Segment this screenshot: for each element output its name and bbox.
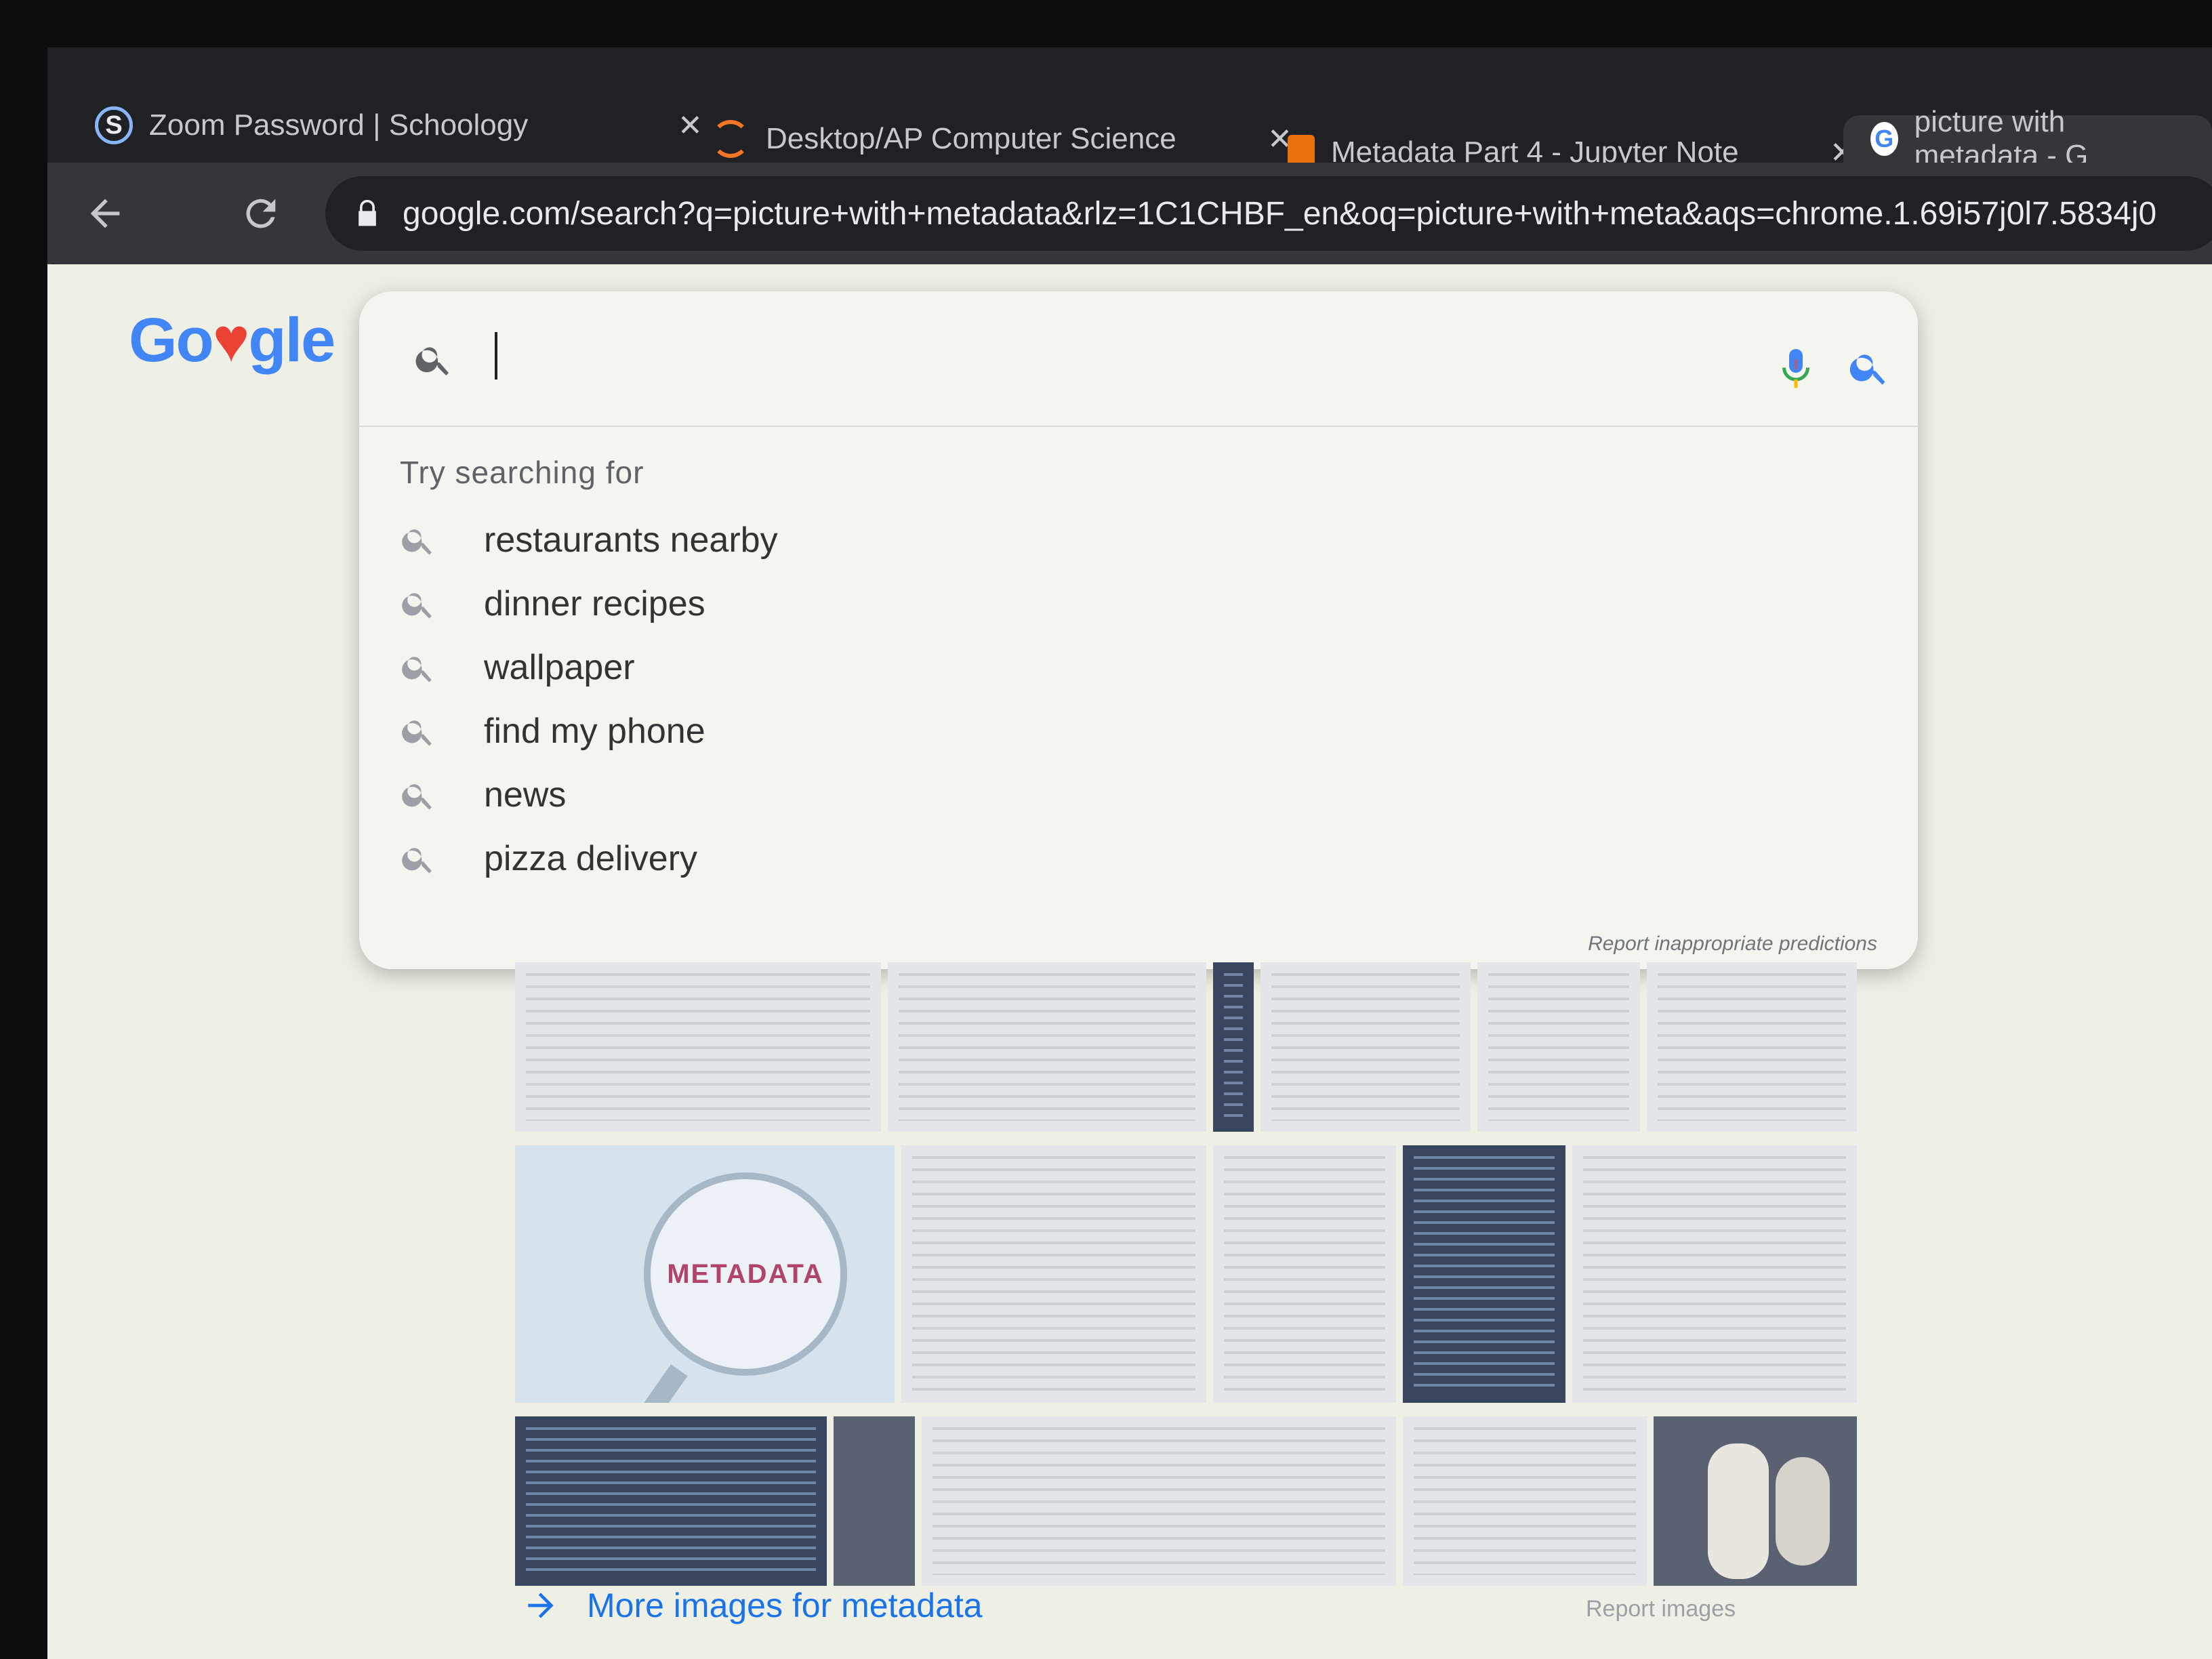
jupyter-icon [712, 120, 750, 158]
google-icon: G [1870, 122, 1898, 156]
browser-toolbar: google.com/search?q=picture+with+metadat… [47, 163, 2212, 264]
image-result[interactable] [1647, 962, 1857, 1132]
search-box[interactable] [359, 291, 1918, 427]
suggestion-item[interactable]: restaurants nearby [400, 508, 1755, 572]
address-bar[interactable]: google.com/search?q=picture+with+metadat… [325, 176, 2212, 251]
suggestion-item[interactable]: pizza delivery [400, 827, 1755, 890]
image-result[interactable] [901, 1145, 1206, 1403]
search-icon [402, 720, 432, 746]
reload-icon [246, 199, 276, 228]
search-autocomplete-panel: Try searching for restaurants nearby din… [359, 291, 1918, 969]
suggestion-text: news [484, 775, 567, 815]
reload-button[interactable] [230, 183, 291, 244]
suggestion-item[interactable]: find my phone [400, 699, 1755, 763]
image-result[interactable] [1572, 1145, 1857, 1403]
image-result[interactable] [515, 962, 881, 1132]
tab-schoology[interactable]: S Zoom Password | Schoology ✕ [95, 88, 703, 163]
image-result[interactable] [922, 1416, 1396, 1586]
image-results-grid: METADATA [474, 942, 1857, 1586]
logo-part: Go [129, 306, 214, 375]
search-icon [402, 657, 432, 682]
image-result[interactable] [834, 1416, 915, 1586]
arrow-right-icon [528, 1593, 554, 1618]
suggestion-text: wallpaper [484, 648, 635, 687]
search-icon [415, 347, 449, 375]
suggestion-text: pizza delivery [484, 839, 698, 878]
text-caret [495, 332, 497, 380]
google-results-page: Go♥gle Try searching for restaurants nea… [47, 264, 2212, 1659]
suggestion-list: restaurants nearby dinner recipes wallpa… [400, 508, 1755, 890]
tab-label: Zoom Password | Schoology [149, 108, 529, 142]
image-result[interactable] [888, 962, 1206, 1132]
image-result[interactable] [515, 1416, 827, 1586]
tab-strip: S Zoom Password | Schoology ✕ Desktop/AP… [47, 47, 2212, 172]
more-images-text: More images for metadata [587, 1586, 983, 1624]
close-icon[interactable]: ✕ [678, 108, 703, 143]
suggestion-text: restaurants nearby [484, 520, 778, 560]
microphone-icon[interactable] [1776, 346, 1816, 393]
logo-heart: ♥ [212, 306, 250, 375]
tab-label: Desktop/AP Computer Science [766, 122, 1176, 155]
image-result-horse-photo[interactable] [1654, 1416, 1857, 1586]
search-submit-icon[interactable] [1847, 346, 1891, 389]
url-text: google.com/search?q=picture+with+metadat… [403, 195, 2157, 232]
arrow-left-icon [90, 199, 120, 228]
magnifier-icon: METADATA [644, 1172, 847, 1376]
tab-google-search[interactable]: G picture with metadata - G [1843, 105, 2212, 172]
image-result[interactable] [1403, 1145, 1565, 1403]
image-result-metadata-magnifier[interactable]: METADATA [515, 1145, 895, 1403]
search-icon [402, 529, 432, 555]
search-icon [402, 848, 432, 874]
screen-bezel-top [0, 0, 2212, 47]
image-result[interactable] [1403, 1416, 1647, 1586]
suggestion-item[interactable]: dinner recipes [400, 572, 1755, 636]
suggestion-text: dinner recipes [484, 584, 705, 623]
image-result[interactable] [1213, 1145, 1396, 1403]
lock-icon [359, 199, 376, 226]
more-images-link[interactable]: More images for metadata [522, 1586, 983, 1625]
back-button[interactable] [75, 183, 136, 244]
search-icon [402, 784, 432, 810]
search-icon [402, 593, 432, 619]
suggestion-text: find my phone [484, 712, 705, 751]
image-result[interactable] [1477, 962, 1640, 1132]
image-result[interactable] [1261, 962, 1471, 1132]
image-result[interactable] [1213, 962, 1254, 1132]
google-logo[interactable]: Go♥gle [129, 305, 335, 376]
search-input[interactable] [501, 325, 1654, 393]
try-searching-label: Try searching for [400, 455, 644, 490]
metadata-thumb-text: METADATA [667, 1258, 824, 1289]
screen-bezel-left [0, 0, 47, 1659]
logo-part: gle [248, 306, 335, 375]
report-images-link[interactable]: Report images [1586, 1596, 1736, 1622]
schoology-icon: S [95, 106, 133, 144]
suggestion-item[interactable]: wallpaper [400, 636, 1755, 699]
suggestion-item[interactable]: news [400, 763, 1755, 827]
